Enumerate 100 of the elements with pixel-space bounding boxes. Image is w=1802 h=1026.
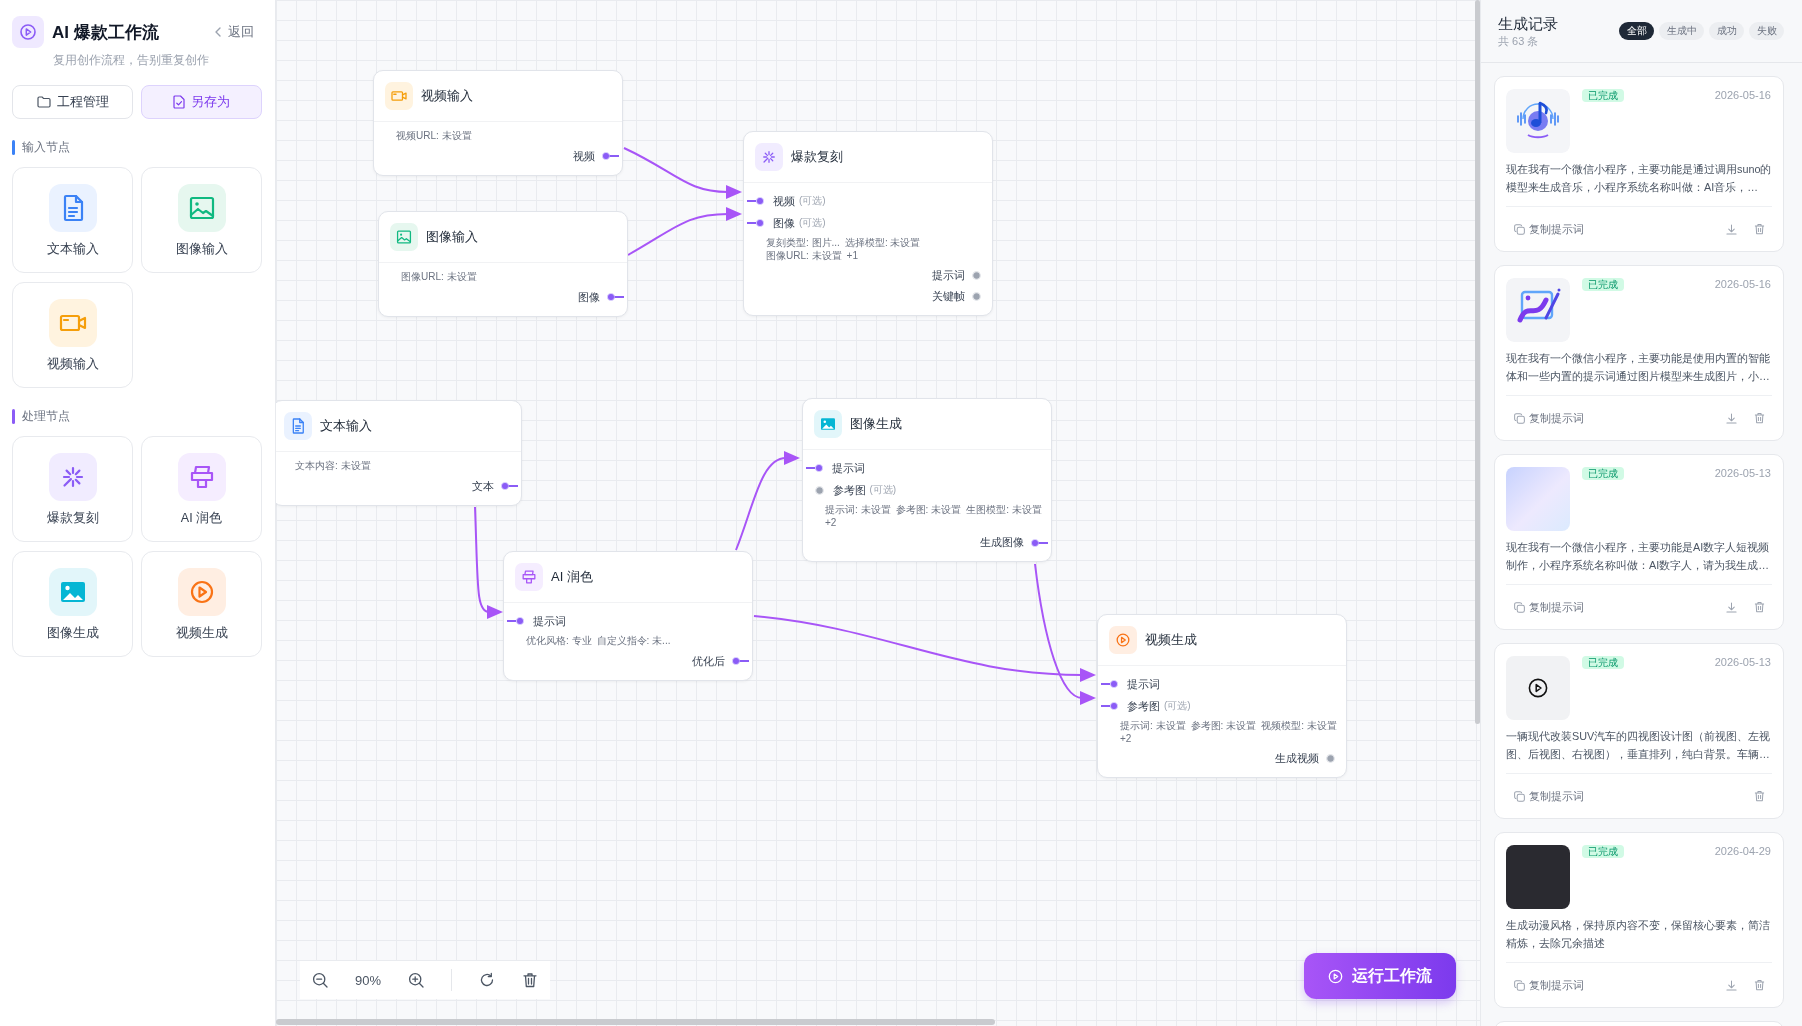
connection-handle-icon[interactable] (1031, 537, 1048, 548)
connection-handle-icon[interactable] (806, 463, 823, 473)
filter-chip[interactable]: 成功 (1709, 22, 1744, 40)
download-icon[interactable] (1726, 601, 1737, 613)
port-label: 提示词 (931, 268, 965, 283)
filter-chip[interactable]: 失败 (1749, 22, 1784, 40)
connection-handle-icon[interactable] (1325, 754, 1335, 763)
run-workflow-button[interactable]: 运行工作流 (1304, 953, 1456, 999)
workflow-node[interactable]: 视频生成 提示词 参考图 (可选) 提示词: 未设置 参考图: 未设置 视频模型: 未设置 +2 生成视频 (1097, 614, 1347, 778)
optional-note: (可选) (799, 194, 826, 208)
chevron-left-icon (215, 27, 221, 37)
port-label: 提示词 (533, 613, 566, 629)
document-icon (48, 184, 97, 232)
zoom-in-icon[interactable] (408, 972, 425, 988)
horizontal-scrollbar[interactable] (276, 1019, 995, 1025)
param-text: 复刻类型: 图片... (766, 237, 840, 250)
connection-handle-icon[interactable] (507, 616, 524, 626)
connection-handle-icon[interactable] (607, 292, 624, 302)
image-icon (48, 568, 97, 616)
refresh-icon[interactable] (479, 972, 496, 988)
play-circle-icon (1328, 968, 1343, 984)
connection-handle-icon[interactable] (971, 271, 981, 280)
port-label: 图像 (578, 289, 600, 305)
node-title: 文本输入 (320, 417, 372, 435)
copy-prompt-button[interactable]: 复制提示词 (1506, 977, 1584, 993)
trash-icon[interactable] (522, 972, 539, 988)
image-frame-drawing (1506, 278, 1570, 342)
play-logo-icon (12, 16, 44, 48)
copy-prompt-button[interactable]: 复制提示词 (1506, 788, 1584, 804)
connection-handle-icon[interactable] (1101, 701, 1118, 711)
image-icon (814, 410, 842, 438)
video-camera-icon (48, 299, 97, 347)
panel-title: 生成记录 (1498, 14, 1558, 34)
port-label: 图像 (773, 215, 795, 231)
node-palette-card[interactable]: 图像生成 (12, 551, 133, 657)
music-note-drawing (1506, 89, 1570, 153)
download-icon[interactable] (1726, 412, 1737, 424)
filter-chip[interactable]: 全部 (1619, 22, 1654, 40)
param-text: 参考图: 未设置 (1190, 720, 1257, 733)
copy-prompt-button[interactable]: 复制提示词 (1506, 599, 1584, 615)
connection-handle-icon[interactable] (501, 481, 518, 491)
status-badge: 已完成 (1582, 845, 1624, 858)
vertical-scrollbar[interactable] (1475, 0, 1480, 724)
back-button[interactable]: 返回 (215, 23, 254, 41)
copy-icon (1514, 223, 1525, 235)
save-as-button[interactable]: 另存为 (141, 85, 262, 119)
file-check-icon (173, 95, 185, 109)
param-text: +2 (825, 516, 837, 529)
node-title: 视频输入 (421, 87, 473, 105)
copy-prompt-button[interactable]: 复制提示词 (1506, 221, 1584, 237)
section-title: 处理节点 (22, 407, 70, 425)
record-date: 2026-04-29 (1714, 845, 1771, 858)
param-text: 生图模型: 未设置 (966, 504, 1042, 517)
workflow-node[interactable]: 文本输入 文本内容: 未设置 文本 (276, 400, 522, 506)
param-text: +1 (846, 249, 858, 262)
play-icon[interactable] (1528, 678, 1548, 698)
workflow-node[interactable]: 图像生成 提示词 参考图 (可选) 提示词: 未设置 参考图: 未设置 生图模型: 未设置 +2 生成图像 (802, 398, 1052, 562)
app-subtitle: 复用创作流程，告别重复创作 (53, 52, 209, 69)
param-text: 视频模型: 未设置 (1261, 720, 1337, 733)
prompt-text: 现在我有一个微信小程序，主要功能是通过调用suno的模型来生成音乐，小程序系统名称叫做：AI音乐，… (1506, 160, 1772, 207)
project-manager-button[interactable]: 工程管理 (12, 85, 133, 119)
node-palette-card[interactable]: 视频输入 (12, 282, 133, 388)
printer-icon (177, 453, 226, 501)
node-palette-card[interactable]: 爆款复刻 (12, 436, 133, 542)
filter-chip[interactable]: 生成中 (1659, 22, 1704, 40)
workflow-node[interactable]: AI 润色 提示词 优化风格: 专业 自定义指令: 未... 优化后 (503, 551, 753, 681)
node-title: AI 润色 (551, 568, 593, 586)
workflow-node[interactable]: 爆款复刻 视频 (可选) 图像 (可选) 复刻类型: 图片... 选择模型: 未设置 图像URL: 未设置 +1 提示词 关键帧 (743, 131, 993, 316)
node-palette-card[interactable]: 图像输入 (141, 167, 262, 273)
node-palette-card[interactable]: AI 润色 (141, 436, 262, 542)
optional-note: (可选) (1164, 699, 1191, 713)
workflow-node[interactable]: 视频输入 视频URL: 未设置 视频 (373, 70, 623, 176)
connection-handle-icon[interactable] (747, 196, 764, 206)
record-date: 2026-05-16 (1714, 89, 1771, 102)
connection-handle-icon[interactable] (732, 656, 749, 666)
param-text: 参考图: 未设置 (895, 504, 962, 517)
node-palette-card[interactable]: 文本输入 (12, 167, 133, 273)
printer-icon (515, 563, 543, 591)
folder-icon (36, 96, 51, 108)
download-icon[interactable] (1726, 223, 1737, 235)
zoom-out-icon[interactable] (312, 972, 328, 988)
connection-handle-icon[interactable] (814, 485, 824, 495)
copy-prompt-button[interactable]: 复制提示词 (1506, 410, 1584, 426)
connection-handle-icon[interactable] (971, 292, 981, 301)
photo-placeholder (1506, 845, 1570, 909)
connection-handle-icon[interactable] (602, 151, 619, 161)
status-badge: 已完成 (1582, 278, 1624, 291)
connection-handle-icon[interactable] (1101, 679, 1118, 689)
workflow-node[interactable]: 图像输入 图像URL: 未设置 图像 (378, 211, 628, 317)
download-icon[interactable] (1726, 979, 1737, 991)
port-label: 提示词 (1127, 676, 1160, 692)
section-marker (12, 139, 15, 155)
port-label: 生成视频 (1274, 751, 1319, 766)
connection-handle-icon[interactable] (747, 218, 764, 228)
node-palette-card[interactable]: 视频生成 (141, 551, 262, 657)
sparkle-icon (755, 143, 783, 171)
section-marker (12, 408, 15, 424)
port-label: 视频 (773, 193, 795, 209)
copy-icon (1514, 790, 1525, 802)
param-text: +2 (1120, 732, 1132, 745)
